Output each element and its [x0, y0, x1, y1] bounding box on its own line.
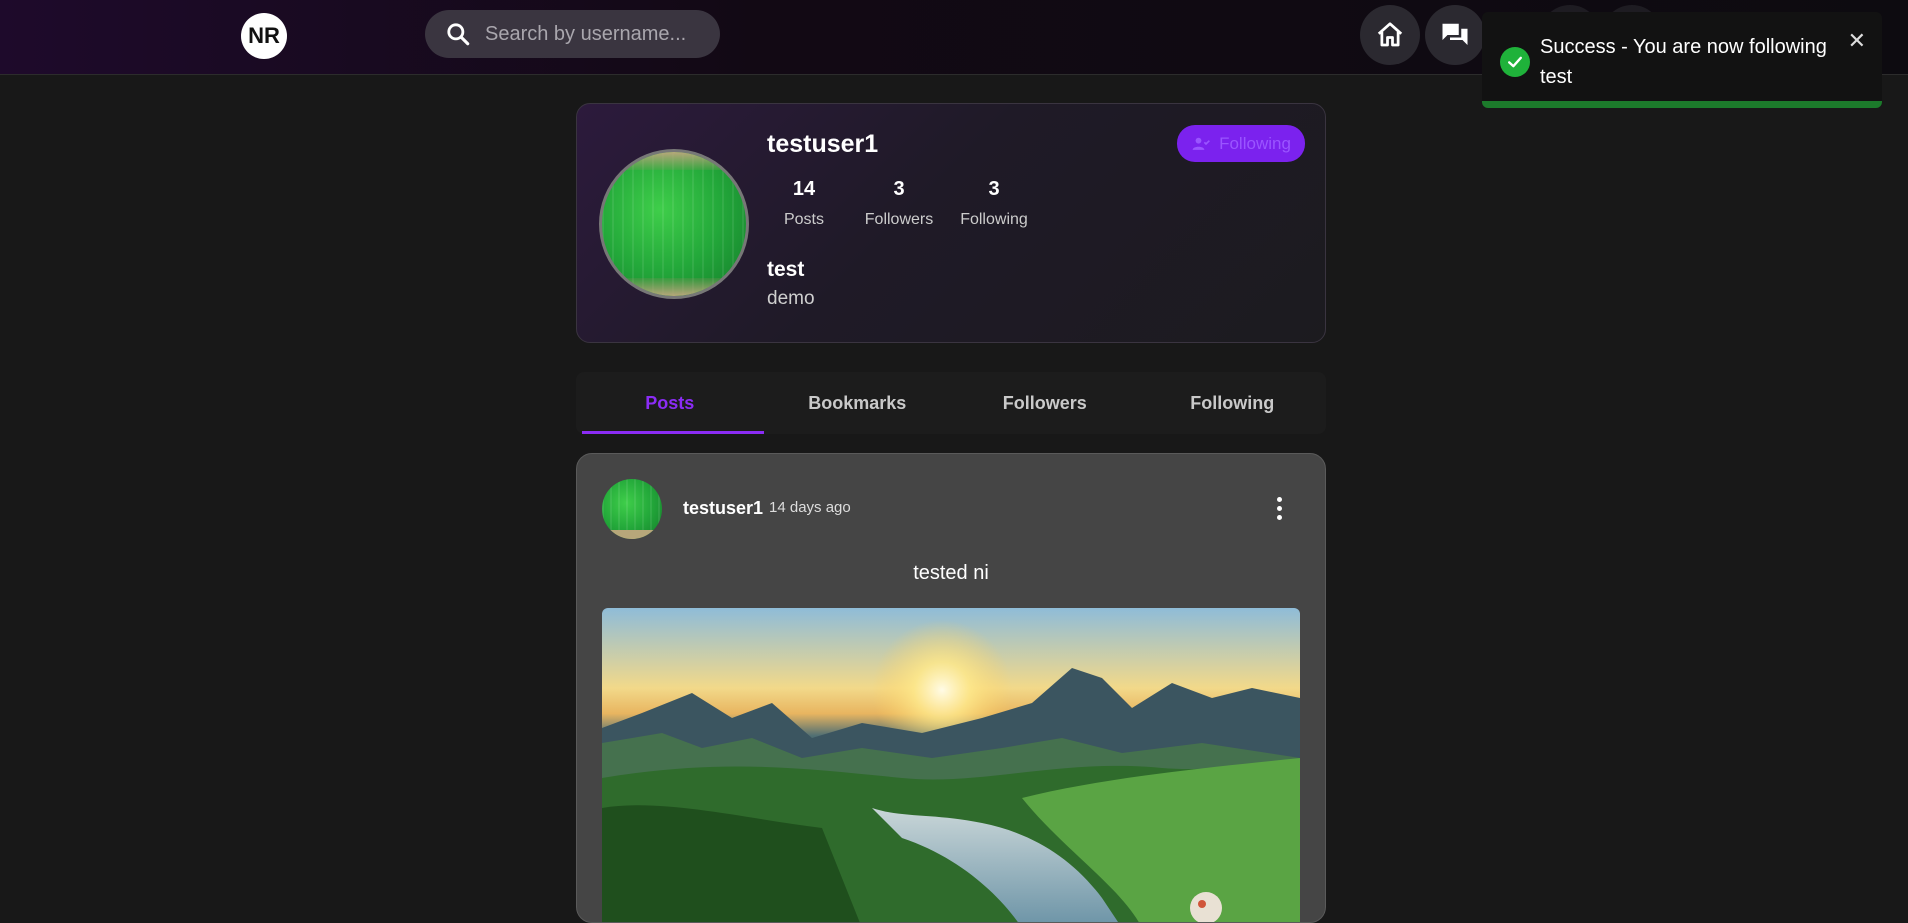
tab-following[interactable]: Following: [1139, 372, 1327, 434]
person-check-icon: [1192, 137, 1211, 150]
toast-message: Success - You are now following test: [1540, 36, 1827, 88]
stat-label: Following: [960, 211, 1028, 228]
toast-progress-bar: [1482, 101, 1882, 108]
profile-name: test: [767, 258, 805, 281]
post-author-avatar[interactable]: [602, 479, 662, 539]
profile-username: testuser1: [767, 130, 879, 158]
post-text: tested ni: [913, 562, 989, 584]
stat-label: Posts: [783, 211, 824, 228]
following-button-label: Following: [1219, 133, 1291, 153]
stat-label: Followers: [864, 211, 934, 228]
profile-card: testuser1 14 Posts 3 Followers 3 Followi…: [576, 103, 1326, 343]
stat-following[interactable]: 3 Following: [949, 178, 1039, 229]
search-input[interactable]: [485, 22, 705, 46]
profile-avatar: [599, 149, 749, 299]
chat-icon: [1442, 23, 1468, 45]
more-options-icon[interactable]: [1269, 492, 1289, 524]
tab-posts[interactable]: Posts: [576, 372, 764, 434]
post-author-username[interactable]: testuser1: [683, 498, 763, 519]
profile-tabs: Posts Bookmarks Followers Following: [576, 372, 1326, 434]
check-circle-icon: [1500, 47, 1530, 77]
messages-button[interactable]: [1425, 5, 1485, 65]
close-icon[interactable]: ✕: [1848, 28, 1866, 54]
stat-value: 3: [988, 178, 1000, 200]
app-logo[interactable]: NR: [241, 13, 287, 59]
post-image[interactable]: [602, 608, 1300, 922]
search-icon: [447, 23, 470, 46]
post-timestamp: 14 days ago: [769, 499, 851, 516]
landscape-illustration: [602, 620, 1300, 922]
stat-followers[interactable]: 3 Followers: [854, 178, 944, 229]
following-button[interactable]: Following: [1177, 125, 1305, 162]
stat-value: 14: [792, 178, 816, 200]
stat-value: 3: [893, 178, 905, 200]
tab-bookmarks[interactable]: Bookmarks: [764, 372, 952, 434]
home-button[interactable]: [1360, 5, 1420, 65]
profile-bio: demo: [767, 288, 815, 309]
search-bar[interactable]: [425, 10, 720, 58]
tab-followers[interactable]: Followers: [951, 372, 1139, 434]
stat-posts: 14 Posts: [759, 178, 849, 229]
post-card: testuser1 14 days ago tested ni: [576, 453, 1326, 923]
success-toast: Success - You are now following test ✕: [1482, 12, 1882, 108]
home-icon: [1377, 22, 1403, 47]
